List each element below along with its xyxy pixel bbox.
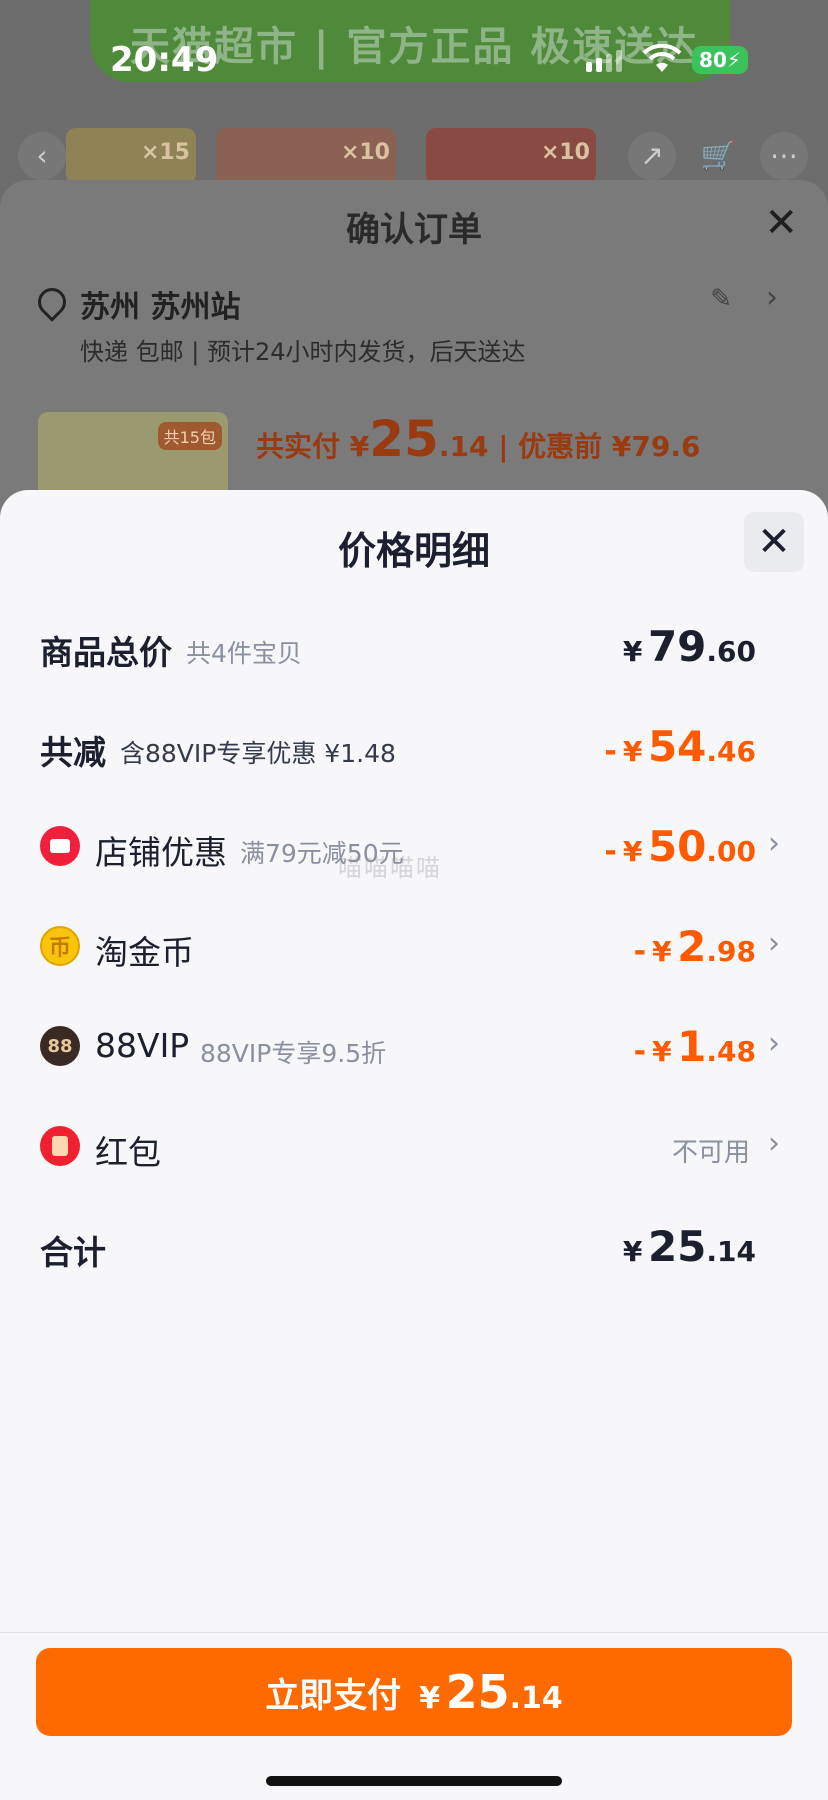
row-label: 88VIP — [95, 1026, 190, 1065]
actual-pay-prefix: 共实付 ¥ — [256, 430, 370, 463]
currency-symbol: ¥ — [652, 935, 672, 968]
row-88vip[interactable]: 88 88VIP 88VIP专享9.5折 - ¥ 1.48 › — [0, 1016, 828, 1076]
row-label: 商品总价 — [40, 633, 172, 672]
row-total-discount: 共减 含88VIP专享优惠 ¥1.48 - ¥ 54.46 — [0, 716, 828, 776]
order-title: 确认订单 — [346, 210, 482, 250]
currency-symbol: ¥ — [622, 635, 643, 668]
product-thumb[interactable]: ×10 — [216, 128, 396, 184]
store-icon — [40, 826, 80, 866]
panel-title: 价格明细 — [337, 529, 490, 573]
address-name[interactable]: 苏州 苏州站 — [80, 282, 240, 326]
minus-sign: - — [633, 934, 647, 969]
close-button[interactable]: ✕ — [744, 512, 804, 572]
more-icon[interactable]: ⋯ — [760, 132, 808, 180]
chevron-right-icon[interactable]: › — [766, 280, 778, 315]
chevron-right-icon: › — [768, 926, 780, 961]
wifi-icon — [642, 44, 682, 72]
row-value: - ¥ 1.48 — [634, 1022, 756, 1071]
minus-sign: - — [604, 734, 617, 769]
currency-symbol: ¥ — [622, 735, 643, 768]
currency-symbol: ¥ — [652, 1035, 672, 1068]
currency-symbol: ¥ — [622, 1235, 643, 1268]
row-total: 合计 ¥ 25.14 — [0, 1216, 828, 1276]
unavailable-text: 不可用 — [671, 1138, 750, 1168]
value-dec: .60 — [706, 635, 756, 668]
row-value: - ¥ 2.98 — [634, 922, 756, 971]
row-label: 店铺优惠 — [95, 833, 227, 872]
row-sub: 含88VIP专享优惠 ¥1.48 — [120, 739, 396, 768]
currency-symbol: ¥ — [419, 1681, 441, 1716]
minus-sign: - — [604, 834, 617, 869]
battery-level: 80 — [699, 48, 727, 72]
row-label: 合计 — [40, 1233, 106, 1272]
product-qty-badge: 共15包 — [157, 422, 222, 450]
red-packet-icon — [40, 1126, 80, 1166]
value-int: 50 — [647, 822, 707, 871]
row-goods-total: 商品总价 共4件宝贝 ¥ 79.60 — [0, 616, 828, 676]
pay-now-button[interactable]: 立即支付 ¥ 25.14 — [36, 1648, 792, 1736]
value-int: 1 — [677, 1022, 707, 1071]
edit-icon[interactable]: ✎ — [710, 284, 732, 314]
delivery-info: 快递 包邮 | 预计24小时内发货，后天送达 — [80, 338, 526, 366]
row-value: ¥ 25.14 — [623, 1222, 756, 1271]
location-pin-icon — [32, 282, 72, 322]
signal-icon — [586, 50, 622, 72]
row-sub: 共4件宝贝 — [186, 639, 302, 668]
value-int: 54 — [647, 722, 707, 771]
footer-divider — [0, 1632, 828, 1633]
confirm-order-sheet: 确认订单 ✕ 苏州 苏州站 快递 包邮 | 预计24小时内发货，后天送达 ✎ ›… — [0, 180, 828, 522]
price-detail-panel: 价格明细 ✕ 商品总价 共4件宝贝 ¥ 79.60 共减 含88VIP专享优惠 … — [0, 490, 828, 1800]
close-icon[interactable]: ✕ — [764, 200, 798, 246]
original-price: | 优惠前 ¥79.6 — [498, 430, 701, 463]
thumb-qty: ×15 — [140, 140, 190, 165]
chevron-right-icon: › — [768, 826, 780, 861]
thumb-qty: ×10 — [540, 140, 590, 165]
watermark: 喵喵喵喵 — [338, 854, 442, 882]
status-time: 20:49 — [110, 40, 219, 80]
row-label: 共减 — [40, 733, 106, 772]
value-dec: .98 — [706, 935, 756, 968]
pay-button-amount: ¥ 25.14 — [411, 1665, 563, 1719]
value-int: 25 — [445, 1665, 510, 1719]
product-thumb[interactable]: ×10 — [426, 128, 596, 184]
value-int: 25 — [647, 1222, 707, 1271]
value-dec: .46 — [706, 735, 756, 768]
value-dec: .00 — [706, 835, 756, 868]
product-thumb[interactable]: ×15 — [66, 128, 196, 184]
value-dec: .14 — [509, 1681, 563, 1716]
value-int: 79 — [647, 622, 707, 671]
currency-symbol: ¥ — [622, 835, 643, 868]
row-value: - ¥ 54.46 — [604, 722, 756, 771]
minus-sign: - — [633, 1034, 647, 1069]
row-label: 红包 — [95, 1133, 161, 1172]
thumb-qty: ×10 — [340, 140, 390, 165]
actual-pay-int: 25 — [369, 410, 439, 468]
row-value: ¥ 79.60 — [623, 622, 756, 671]
cart-icon[interactable]: 🛒 — [694, 132, 742, 180]
battery-icon: 80 ⚡ — [692, 46, 748, 74]
row-value: - ¥ 50.00 — [604, 822, 756, 871]
value-int: 2 — [677, 922, 707, 971]
coin-icon: 币 — [40, 926, 80, 966]
vip-icon: 88 — [40, 1026, 80, 1066]
row-red-packet[interactable]: 红包 不可用 › — [0, 1116, 828, 1176]
share-icon[interactable]: ↗ — [628, 132, 676, 180]
actual-pay-summary: 共实付 ¥25.14 | 优惠前 ¥79.6 — [256, 410, 700, 468]
status-bar: 20:49 80 ⚡ — [0, 0, 828, 120]
value-dec: .14 — [706, 1235, 756, 1268]
home-indicator[interactable] — [266, 1776, 562, 1786]
value-dec: .48 — [706, 1035, 756, 1068]
row-sub: 88VIP专享9.5折 — [200, 1039, 387, 1068]
row-taojinbi[interactable]: 币 淘金币 - ¥ 2.98 › — [0, 916, 828, 976]
chevron-right-icon: › — [768, 1026, 780, 1061]
actual-pay-dec: .14 — [438, 430, 489, 463]
chevron-right-icon: › — [768, 1126, 780, 1161]
pay-button-label: 立即支付 — [265, 1675, 402, 1716]
row-label: 淘金币 — [95, 933, 194, 972]
